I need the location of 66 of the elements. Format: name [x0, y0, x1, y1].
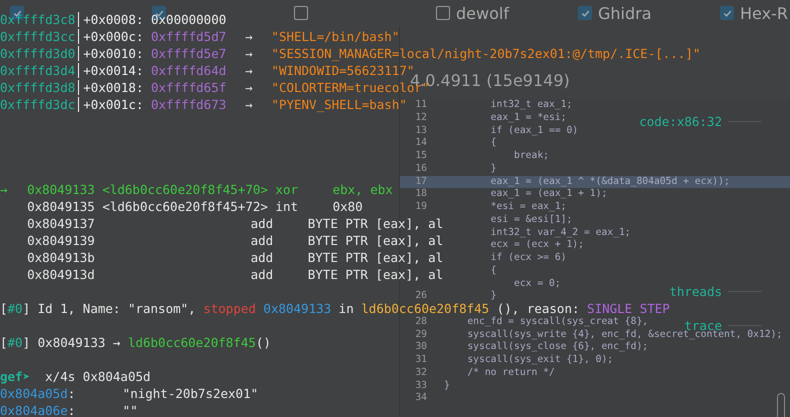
code-text: syscall(sys_write {4}, enc_fd, &secret_content, 0x12); [466, 328, 782, 342]
checkbox-label[interactable]: dewolf [456, 4, 509, 22]
code-text: } [444, 380, 450, 392]
line-number: 17 [414, 176, 427, 188]
instruction-line: → 0x8049133 <ld6b0cc60e20f8f45+70> xor ebx, ebx [0, 181, 393, 198]
terminal-line: gef➤ x/4s 0x804a05d [0, 368, 151, 385]
code-text: } [490, 290, 496, 303]
line-number: 14 [414, 137, 427, 150]
code-text: *esi = eax_1; [490, 201, 566, 214]
instruction-line: 0x804913b add BYTE PTR [eax], al [26, 249, 444, 266]
line-number: 28 [414, 316, 427, 328]
instruction-line: 0x8049135 <ld6b0cc60e20f8f45+72> int 0x80 [26, 198, 363, 215]
check-icon [722, 8, 732, 18]
line-number: 31 [414, 354, 427, 367]
code-text: eax_1 = (eax_1 + 1); [490, 188, 608, 201]
instruction-line: 0x8049139 add BYTE PTR [eax], al [26, 232, 444, 249]
terminal-line: [#0] Id 1, Name: "ransom", stopped 0x8049133 in ld6b0cc60e20f8f45 (), reason: SINGLE STEP [0, 300, 670, 316]
code-text: { [490, 264, 496, 278]
section-header: code:x86:32 [639, 113, 722, 130]
terminal-line: [#0] 0x8049133 → ld6b0cc60e20f8f45() [0, 334, 271, 351]
code-text: enc_fd = syscall(sys_creat {8}, [466, 316, 648, 328]
line-number: 34 [414, 392, 427, 405]
line-number: 18 [414, 188, 427, 201]
checkbox[interactable] [578, 6, 592, 20]
code-text: if (ecx >= 6) [490, 252, 566, 265]
code-text: int32_t var_4_2 = eax_1; [490, 226, 631, 240]
terminal-line: 0xffffd3dc +0x001c: 0xffffd673 → "PYENV_SHELL=bash" [0, 96, 407, 113]
checkbox[interactable] [436, 6, 450, 20]
section-header: threads [669, 283, 722, 300]
code-text: if (eax_1 == 0) [490, 124, 578, 138]
code-text: { [490, 137, 496, 150]
line-number: 29 [414, 328, 427, 342]
checkbox-label[interactable]: Ghidra [598, 4, 652, 22]
code-text: break; [512, 150, 549, 163]
terminal-line: 0xffffd3cc +0x000c: 0xffffd5d7 → "SHELL=/bin/bash" [0, 28, 400, 45]
line-number: 12 [414, 112, 427, 124]
checkbox[interactable] [720, 6, 734, 20]
line-number: 19 [414, 201, 427, 214]
code-text: esi = &esi[1]; [490, 214, 572, 226]
line-number: 26 [414, 290, 427, 303]
code-text: ecx = (ecx + 1); [490, 239, 584, 252]
terminal-line: 0xffffd3c8 +0x0008: 0x00000000 [0, 11, 226, 28]
code-text: eax_1 = (eax_1 ^ *(&data_804a05d + ecx)); [490, 176, 730, 188]
checkbox-label[interactable]: Hex-R [740, 4, 788, 22]
check-icon [580, 8, 590, 18]
line-number: 32 [414, 366, 427, 380]
instruction-line: 0x804913d add BYTE PTR [eax], al [26, 266, 444, 283]
line-number: 33 [414, 380, 427, 392]
code-text: int32_t eax_1; [490, 99, 572, 112]
terminal-line: 0xffffd3d0 +0x0010: 0xffffd5e7 → "SESSION_MANAGER=local/night-20b7s2ex01:@/tmp/.ICE-[...]" [0, 45, 700, 62]
terminal-line: 0x804a05d: "night-20b7s2ex01" [0, 385, 258, 402]
instruction-line: 0x8049137 add BYTE PTR [eax], al [26, 215, 444, 232]
code-text: syscall(sys_exit {1}, 0); [466, 354, 614, 367]
line-number: 13 [414, 124, 427, 138]
line-number: 16 [414, 162, 427, 176]
line-number: 15 [414, 150, 427, 163]
line-number: 30 [414, 341, 427, 354]
checkbox[interactable] [294, 6, 308, 20]
terminal-line: 0xffffd3d4 +0x0014: 0xffffd64d → "WINDOWID=56623117" [0, 62, 414, 78]
code-text: } [490, 162, 496, 176]
terminal-line: 0x804a06e: "" [0, 402, 138, 417]
code-text: eax_1 = *esi; [490, 112, 566, 124]
code-text: syscall(sys_close {6}, enc_fd); [466, 341, 648, 354]
code-text: /* no return */ [466, 366, 555, 380]
code-text: ecx = 0; [512, 278, 561, 290]
scrollbar-thumb[interactable] [777, 393, 785, 417]
